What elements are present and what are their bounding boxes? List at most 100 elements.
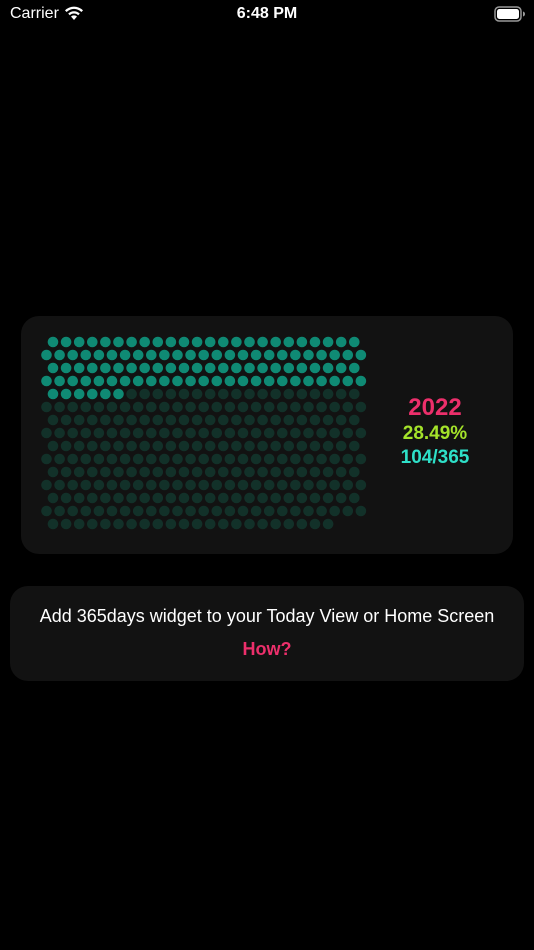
day-dot-remaining — [329, 401, 341, 413]
day-dot-remaining — [178, 440, 190, 452]
day-dot-remaining — [60, 518, 72, 530]
day-dot-remaining — [152, 414, 164, 426]
day-dot-remaining — [263, 505, 275, 517]
day-dot-remaining — [355, 401, 367, 413]
day-dot-remaining — [231, 414, 242, 426]
day-dot-remaining — [322, 466, 334, 478]
day-dot-remaining — [93, 479, 105, 491]
day-dot-remaining — [257, 440, 268, 452]
day-dot-elapsed — [165, 336, 177, 348]
day-dot-elapsed — [283, 336, 295, 348]
how-link[interactable]: How? — [10, 639, 524, 660]
day-dot-remaining — [211, 401, 223, 413]
day-dot-elapsed — [198, 375, 209, 387]
day-dot-remaining — [270, 440, 281, 452]
day-dot-remaining — [250, 427, 262, 439]
day-dot-remaining — [224, 479, 236, 491]
day-dot-remaining — [113, 492, 124, 504]
day-dot-remaining — [146, 427, 157, 439]
day-dot-remaining — [263, 427, 275, 439]
day-dot-elapsed — [100, 362, 111, 374]
day-dot-remaining — [41, 479, 52, 491]
day-dot-remaining — [218, 388, 229, 400]
day-dot-remaining — [349, 492, 360, 504]
day-dot-remaining — [165, 466, 177, 478]
day-dot-remaining — [41, 453, 52, 465]
day-dot-remaining — [355, 479, 367, 491]
day-dot-remaining — [283, 440, 295, 452]
day-dot-remaining — [237, 479, 249, 491]
day-dot-remaining — [218, 440, 229, 452]
day-dot-elapsed — [119, 349, 131, 361]
day-dot-remaining — [60, 440, 72, 452]
day-dot-remaining — [165, 414, 177, 426]
day-dot-remaining — [231, 492, 242, 504]
day-dot-remaining — [67, 401, 78, 413]
day-dot-remaining — [270, 492, 281, 504]
day-dot-remaining — [146, 479, 157, 491]
day-dot-elapsed — [257, 362, 268, 374]
day-dot-remaining — [244, 440, 255, 452]
day-dot-remaining — [335, 440, 347, 452]
day-dot-remaining — [47, 518, 59, 530]
day-dot-remaining — [296, 388, 308, 400]
day-dot-elapsed — [250, 375, 262, 387]
day-dot-remaining — [316, 401, 327, 413]
day-dot-remaining — [322, 414, 334, 426]
day-dot-elapsed — [270, 336, 281, 348]
day-dot-remaining — [316, 505, 327, 517]
day-dot-remaining — [290, 427, 301, 439]
day-dot-elapsed — [204, 336, 216, 348]
day-dot-remaining — [349, 466, 360, 478]
year-progress-widget[interactable]: 2022 28.49% 104/365 — [21, 316, 513, 554]
day-dot-remaining — [87, 518, 98, 530]
day-dot-remaining — [93, 505, 105, 517]
day-dot-remaining — [139, 414, 150, 426]
day-dot-elapsed — [80, 349, 92, 361]
day-dot-remaining — [355, 505, 367, 517]
day-dot-remaining — [316, 427, 327, 439]
day-dot-remaining — [54, 453, 65, 465]
day-dot-remaining — [270, 466, 281, 478]
day-dot-remaining — [178, 414, 190, 426]
day-dot-remaining — [270, 518, 281, 530]
day-dot-elapsed — [93, 375, 105, 387]
day-dot-remaining — [146, 505, 157, 517]
day-dot-elapsed — [204, 362, 216, 374]
day-dot-remaining — [60, 414, 72, 426]
day-dot-remaining — [224, 427, 236, 439]
day-dot-elapsed — [119, 375, 131, 387]
day-dot-elapsed — [178, 336, 190, 348]
status-time: 6:48 PM — [236, 5, 298, 22]
day-dot-remaining — [47, 492, 59, 504]
day-dot-remaining — [159, 453, 170, 465]
day-dot-elapsed — [198, 349, 209, 361]
day-dot-remaining — [277, 453, 288, 465]
day-dot-remaining — [113, 518, 124, 530]
day-dot-remaining — [244, 388, 255, 400]
day-dot-remaining — [119, 479, 131, 491]
day-dot-remaining — [172, 427, 183, 439]
day-dot-elapsed — [257, 336, 268, 348]
day-dot-elapsed — [113, 362, 124, 374]
day-dot-remaining — [198, 479, 209, 491]
day-dot-remaining — [349, 388, 360, 400]
day-dot-remaining — [139, 518, 150, 530]
day-dot-remaining — [54, 401, 65, 413]
day-dot-remaining — [309, 440, 321, 452]
day-dot-elapsed — [316, 349, 327, 361]
day-dot-remaining — [172, 505, 183, 517]
day-dot-remaining — [126, 388, 137, 400]
day-dot-remaining — [67, 427, 78, 439]
day-dot-elapsed — [132, 349, 144, 361]
day-dot-elapsed — [355, 375, 367, 387]
day-dot-remaining — [67, 479, 78, 491]
day-dot-remaining — [237, 505, 249, 517]
day-dot-remaining — [303, 505, 314, 517]
day-dot-remaining — [152, 440, 164, 452]
day-dot-remaining — [244, 518, 255, 530]
day-dot-remaining — [322, 518, 334, 530]
day-dot-remaining — [283, 492, 295, 504]
day-dot-elapsed — [329, 349, 341, 361]
day-dot-remaining — [316, 479, 327, 491]
